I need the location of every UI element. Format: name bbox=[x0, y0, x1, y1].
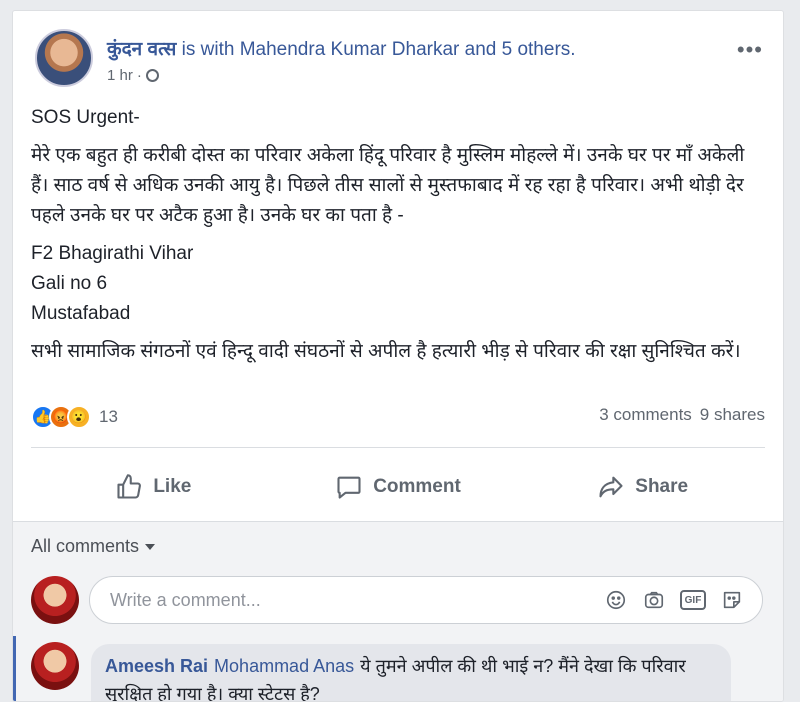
share-label: Share bbox=[635, 476, 689, 497]
post-stats: 👍 😡 😮 13 3 comments 9 shares bbox=[31, 405, 765, 431]
address-block: F2 Bhagirathi Vihar Gali no 6 Mustafabad bbox=[31, 239, 765, 329]
comment-bubble: Ameesh Rai Mohammad Anas ये तुमने अपील की … bbox=[91, 644, 731, 701]
comment-mention[interactable]: Mohammad Anas bbox=[214, 656, 354, 676]
post-card: कुंदन वत्स is with Mahendra Kumar Dharka… bbox=[12, 10, 784, 702]
post-header: कुंदन वत्स is with Mahendra Kumar Dharka… bbox=[35, 29, 763, 89]
share-arrow-icon bbox=[599, 476, 623, 498]
post-body: SOS Urgent- मेरे एक बहुत ही करीबी दोस्त … bbox=[31, 103, 765, 375]
wow-reaction-icon: 😮 bbox=[67, 405, 91, 429]
globe-icon bbox=[145, 69, 159, 82]
comment-highlight-bar bbox=[13, 636, 16, 701]
like-label: Like bbox=[153, 476, 192, 497]
smiley-icon[interactable] bbox=[604, 589, 628, 611]
post-meta: 1 hr · bbox=[107, 67, 159, 84]
divider bbox=[31, 447, 765, 448]
like-button[interactable]: Like bbox=[31, 459, 276, 515]
tagged-users[interactable]: is with Mahendra Kumar Dharkar and 5 oth… bbox=[182, 39, 576, 60]
address-line: F2 Bhagirathi Vihar bbox=[31, 243, 194, 264]
comment-input-box[interactable]: GIF bbox=[89, 576, 763, 624]
comments-count[interactable]: 3 comments bbox=[599, 405, 692, 425]
address-line: Mustafabad bbox=[31, 303, 131, 324]
comments-filter-label: All comments bbox=[31, 536, 140, 556]
comment-share-counts: 3 comments 9 shares bbox=[599, 405, 765, 425]
gif-icon[interactable]: GIF bbox=[680, 590, 706, 610]
post-appeal: सभी सामाजिक संगठनों एवं हिन्दू वादी संघठ… bbox=[31, 341, 741, 362]
caret-down-icon bbox=[145, 544, 156, 551]
reactions-summary[interactable]: 👍 😡 😮 13 bbox=[31, 405, 118, 429]
shares-count[interactable]: 9 shares bbox=[700, 405, 765, 425]
reaction-count: 13 bbox=[99, 407, 118, 426]
author-avatar[interactable] bbox=[35, 29, 93, 87]
sticker-icon[interactable] bbox=[720, 589, 744, 611]
comment-button[interactable]: Comment bbox=[276, 459, 521, 515]
post-actions: Like Comment Share bbox=[31, 459, 765, 515]
meta-separator: · bbox=[136, 67, 142, 84]
comment-input-icons: GIF bbox=[604, 589, 744, 611]
thumbs-up-icon bbox=[117, 474, 142, 499]
speech-bubble-icon bbox=[337, 476, 361, 499]
more-options-icon[interactable]: ••• bbox=[737, 37, 763, 63]
comment-input[interactable] bbox=[108, 588, 604, 612]
post-time[interactable]: 1 hr bbox=[107, 67, 133, 84]
post-line-sos: SOS Urgent- bbox=[31, 107, 140, 128]
author-name[interactable]: कुंदन वत्स bbox=[107, 39, 176, 60]
commenter-name[interactable]: Ameesh Rai bbox=[105, 656, 208, 676]
comment-label: Comment bbox=[373, 476, 461, 497]
address-line: Gali no 6 bbox=[31, 273, 108, 294]
post-line-message: मेरे एक बहुत ही करीबी दोस्त का परिवार अक… bbox=[31, 145, 745, 226]
current-user-avatar[interactable] bbox=[31, 576, 79, 624]
post-author-line: कुंदन वत्स is with Mahendra Kumar Dharka… bbox=[107, 35, 576, 61]
comments-filter[interactable]: All comments bbox=[31, 536, 156, 557]
commenter-avatar[interactable] bbox=[31, 642, 79, 690]
camera-icon[interactable] bbox=[642, 589, 666, 611]
share-button[interactable]: Share bbox=[520, 459, 765, 515]
comments-section: All comments GIF Ameesh Rai Mohammad Anas… bbox=[13, 521, 783, 701]
